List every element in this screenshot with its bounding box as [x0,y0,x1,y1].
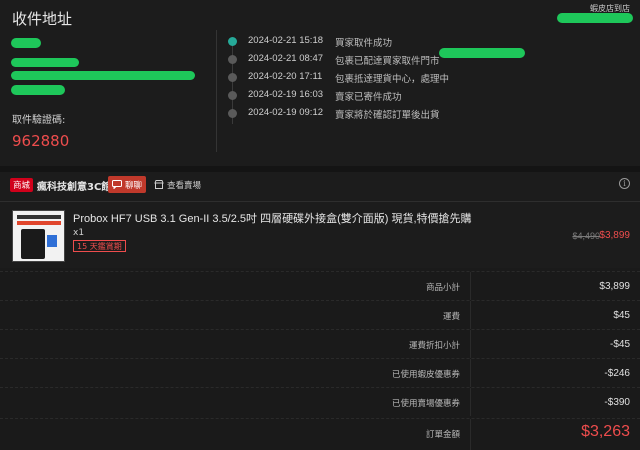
product-name[interactable]: Probox HF7 USB 3.1 Gen-II 3.5/2.5吋 四層硬碟外… [73,210,472,226]
divider [470,359,471,387]
event-text: 買家取件成功 [335,38,393,49]
event-text: 賣家將於確認訂單後出貨 [335,110,440,121]
event-text: 包裹已配達買家取件門市 [335,56,440,67]
package-graphic [47,235,57,247]
return-period-tag: 15 天鑑賞期 [73,240,126,252]
visit-shop-button[interactable]: 查看賣場 [154,176,201,193]
order-total: $3,263 [581,423,630,440]
shop-header: 商城 瘋科技創意3C館 聊聊 查看賣場 i [0,172,640,200]
timeline-dot [228,91,237,100]
summary-label: 運費 [442,312,460,322]
original-price: $4,490 [572,231,600,241]
divider [470,330,471,358]
divider [470,419,471,450]
summary-value: $45 [613,310,630,321]
summary-label: 商品小計 [425,283,460,293]
summary-row: 已使用賣場優惠券 -$390 [0,387,640,416]
summary-label: 已使用蝦皮優惠券 [391,370,460,380]
redacted-phone [11,58,79,67]
redacted-store [439,48,525,58]
product-thumbnail[interactable] [12,210,65,262]
summary-total-row: 訂單金額 $3,263 [0,418,640,450]
summary-row: 運費 $45 [0,300,640,329]
product-quantity: x1 [73,228,85,238]
order-summary: 商品小計 $3,899 運費 $45 運費折扣小計 -$45 已使用蝦皮優惠券 … [0,268,640,450]
divider [470,388,471,416]
shop-name[interactable]: 瘋科技創意3C館 [37,178,111,193]
pickup-code-label: 取件驗證碼: [12,115,66,126]
event-time: 2024-02-20 17:11 [248,71,323,82]
timeline-event: 2024-02-19 09:12 賣家將於確認訂單後出貨 [226,105,626,123]
pickup-code: 962880 [12,132,70,150]
divider [470,301,471,329]
event-time: 2024-02-21 08:47 [248,53,324,64]
event-time: 2024-02-21 15:18 [248,35,324,46]
timeline-dot [228,109,237,118]
vertical-divider [216,30,217,152]
event-text: 賣家已寄件成功 [335,92,402,103]
chat-button[interactable]: 聊聊 [108,176,146,193]
summary-value: $3,899 [599,281,630,292]
timeline-event: 2024-02-19 16:03 賣家已寄件成功 [226,87,626,105]
summary-value: -$45 [609,339,630,350]
redacted-address-line [11,85,65,95]
summary-value: -$246 [604,368,630,379]
timeline-event: 2024-02-21 15:18 買家取件成功 [226,33,626,51]
summary-label: 運費折扣小計 [408,341,460,351]
order-item[interactable]: Probox HF7 USB 3.1 Gen-II 3.5/2.5吋 四層硬碟外… [0,202,640,268]
timeline-event: 2024-02-20 17:11 包裹抵達理貨中心，處理中 [226,69,626,87]
address-title: 收件地址 [12,10,73,28]
timeline-dot [228,55,237,64]
current-price: $3,899 [599,230,630,241]
summary-row: 已使用蝦皮優惠券 -$246 [0,358,640,387]
enclosure-graphic [21,229,45,259]
total-label: 訂單金額 [425,430,460,440]
divider [470,272,471,300]
shipping-timeline: 2024-02-21 15:18 買家取件成功 2024-02-21 08:47… [226,30,626,140]
thumbnail-graphic [17,221,61,225]
redacted-block [557,13,633,23]
event-text: 包裹抵達理貨中心，處理中 [335,74,450,85]
summary-row: 運費折扣小計 -$45 [0,329,640,358]
summary-row: 商品小計 $3,899 [0,271,640,300]
mall-badge: 商城 [10,178,34,192]
thumbnail-graphic [17,215,61,219]
summary-label: 已使用賣場優惠券 [391,399,460,409]
redacted-name [11,38,41,48]
timeline-dot [228,73,237,82]
event-time: 2024-02-19 16:03 [248,89,324,100]
event-time: 2024-02-19 09:12 [248,107,324,118]
summary-value: -$390 [604,397,630,408]
shop-icon [154,180,164,189]
chat-label: 聊聊 [124,180,142,191]
address-section: 收件地址 蝦皮店到店 取件驗證碼: 962880 2024-02-21 15:1… [0,0,640,168]
chat-icon [111,180,122,189]
timeline-dot-active [228,37,237,46]
redacted-address-line [11,71,195,80]
timeline-event: 2024-02-21 08:47 包裹已配達買家取件門市 [226,51,626,69]
info-icon[interactable]: i [619,178,630,189]
visit-shop-label: 查看賣場 [167,180,202,191]
